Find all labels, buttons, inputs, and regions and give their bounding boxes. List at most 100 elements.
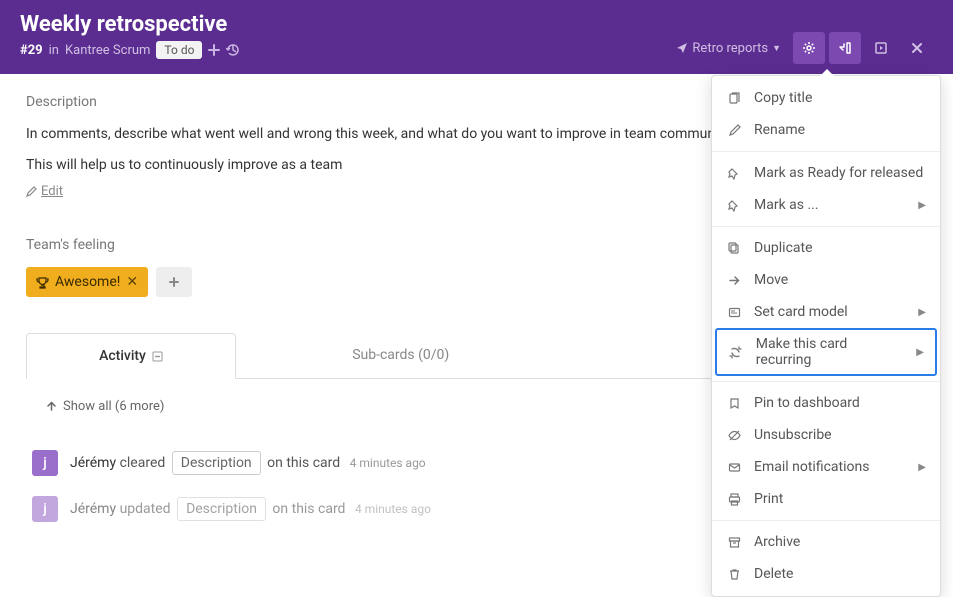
in-label: in bbox=[49, 43, 59, 58]
menu-duplicate-label: Duplicate bbox=[754, 240, 813, 256]
menu-set-model[interactable]: Set card model ▶ bbox=[712, 296, 940, 328]
plane-icon bbox=[676, 42, 688, 54]
pin-icon bbox=[726, 167, 742, 180]
pencil-icon bbox=[726, 124, 742, 137]
menu-recurring-label: Make this card recurring bbox=[756, 336, 905, 368]
menu-delete[interactable]: Delete bbox=[712, 558, 940, 590]
menu-print[interactable]: Print bbox=[712, 483, 940, 515]
activity-action: updated bbox=[120, 501, 171, 517]
menu-email[interactable]: Email notifications ▶ bbox=[712, 451, 940, 483]
expand-icon[interactable] bbox=[865, 32, 897, 64]
menu-rename[interactable]: Rename bbox=[712, 114, 940, 146]
menu-copy-title[interactable]: Copy title bbox=[712, 82, 940, 114]
activity-time: 4 minutes ago bbox=[355, 502, 431, 516]
menu-unsubscribe[interactable]: Unsubscribe bbox=[712, 419, 940, 451]
edit-label: Edit bbox=[41, 184, 63, 199]
menu-move[interactable]: Move bbox=[712, 264, 940, 296]
header-actions: Retro reports ▼ bbox=[668, 32, 933, 64]
retro-reports-button[interactable]: Retro reports ▼ bbox=[668, 37, 789, 60]
menu-mark-as-label: Mark as ... bbox=[754, 197, 819, 213]
archive-icon bbox=[726, 536, 742, 549]
gear-icon[interactable] bbox=[793, 32, 825, 64]
trophy-icon bbox=[36, 276, 49, 289]
eye-off-icon bbox=[726, 429, 742, 442]
activity-field: Description bbox=[177, 497, 266, 521]
history-icon[interactable] bbox=[226, 43, 240, 57]
menu-pin[interactable]: Pin to dashboard bbox=[712, 387, 940, 419]
menu-archive[interactable]: Archive bbox=[712, 526, 940, 558]
activity-action: cleared bbox=[120, 455, 166, 471]
chevron-right-icon: ▶ bbox=[918, 307, 926, 318]
arrow-right-icon bbox=[726, 274, 742, 287]
menu-separator bbox=[712, 151, 940, 152]
card-meta: #29 in Kantree Scrum To do bbox=[20, 41, 240, 59]
enter-icon[interactable] bbox=[829, 32, 861, 64]
menu-separator bbox=[712, 226, 940, 227]
menu-mark-ready[interactable]: Mark as Ready for released bbox=[712, 157, 940, 189]
menu-print-label: Print bbox=[754, 491, 783, 507]
add-icon[interactable] bbox=[208, 44, 220, 56]
menu-pin-label: Pin to dashboard bbox=[754, 395, 860, 411]
header-left: Weekly retrospective #29 in Kantree Scru… bbox=[20, 12, 240, 59]
show-all-button[interactable]: Show all (6 more) bbox=[46, 399, 164, 414]
menu-set-model-label: Set card model bbox=[754, 304, 848, 320]
plus-icon bbox=[168, 276, 180, 288]
menu-delete-label: Delete bbox=[754, 566, 793, 582]
activity-user[interactable]: Jérémy bbox=[70, 501, 116, 517]
avatar[interactable]: j bbox=[32, 496, 58, 522]
activity-text: Jérémy cleared Description on this card … bbox=[70, 455, 426, 471]
tab-subcards[interactable]: Sub-cards (0/0) bbox=[236, 333, 566, 378]
retro-reports-label: Retro reports bbox=[692, 41, 768, 56]
card-icon bbox=[726, 306, 742, 319]
tab-activity-label: Activity bbox=[99, 348, 146, 364]
menu-duplicate[interactable]: Duplicate bbox=[712, 232, 940, 264]
card-header: Weekly retrospective #29 in Kantree Scru… bbox=[0, 0, 953, 74]
chevron-right-icon: ▶ bbox=[918, 462, 926, 473]
arrow-up-icon bbox=[46, 401, 57, 412]
menu-move-label: Move bbox=[754, 272, 788, 288]
envelope-icon bbox=[726, 461, 742, 474]
activity-user[interactable]: Jérémy bbox=[70, 455, 116, 471]
avatar[interactable]: j bbox=[32, 450, 58, 476]
tag-awesome-label: Awesome! bbox=[55, 274, 120, 290]
menu-mark-ready-label: Mark as Ready for released bbox=[754, 165, 923, 181]
trash-icon bbox=[726, 568, 742, 581]
refresh-icon bbox=[728, 346, 744, 359]
card-actions-menu: Copy title Rename Mark as Ready for rele… bbox=[711, 75, 941, 597]
menu-archive-label: Archive bbox=[754, 534, 800, 550]
bookmark-icon bbox=[726, 397, 742, 410]
print-icon bbox=[726, 493, 742, 506]
project-name[interactable]: Kantree Scrum bbox=[65, 43, 150, 58]
tag-remove-icon[interactable]: ✕ bbox=[126, 274, 138, 290]
pencil-icon bbox=[26, 186, 37, 197]
duplicate-icon bbox=[726, 242, 742, 255]
tab-activity[interactable]: Activity bbox=[26, 333, 236, 379]
menu-recurring[interactable]: Make this card recurring ▶ bbox=[715, 328, 937, 376]
activity-suffix: on this card bbox=[272, 501, 345, 517]
card-title: Weekly retrospective bbox=[20, 12, 240, 37]
menu-copy-title-label: Copy title bbox=[754, 90, 812, 106]
collapse-icon bbox=[152, 351, 163, 362]
menu-mark-as[interactable]: Mark as ... ▶ bbox=[712, 189, 940, 221]
activity-time: 4 minutes ago bbox=[350, 456, 426, 470]
copy-icon bbox=[726, 92, 742, 105]
status-badge[interactable]: To do bbox=[156, 41, 202, 59]
show-all-label: Show all (6 more) bbox=[63, 399, 164, 414]
menu-rename-label: Rename bbox=[754, 122, 805, 138]
edit-description-button[interactable]: Edit bbox=[26, 184, 63, 199]
chevron-right-icon: ▶ bbox=[918, 200, 926, 211]
chevron-right-icon: ▶ bbox=[916, 347, 924, 358]
activity-field: Description bbox=[172, 451, 261, 475]
activity-text: Jérémy updated Description on this card … bbox=[70, 501, 431, 517]
caret-down-icon: ▼ bbox=[772, 43, 781, 54]
menu-separator bbox=[712, 381, 940, 382]
close-icon[interactable] bbox=[901, 32, 933, 64]
menu-unsubscribe-label: Unsubscribe bbox=[754, 427, 832, 443]
tag-awesome[interactable]: Awesome! ✕ bbox=[26, 267, 148, 297]
add-tag-button[interactable] bbox=[156, 267, 192, 297]
card-number: #29 bbox=[20, 43, 43, 58]
menu-email-label: Email notifications bbox=[754, 459, 869, 475]
activity-suffix: on this card bbox=[267, 455, 340, 471]
menu-separator bbox=[712, 520, 940, 521]
pin-icon bbox=[726, 199, 742, 212]
